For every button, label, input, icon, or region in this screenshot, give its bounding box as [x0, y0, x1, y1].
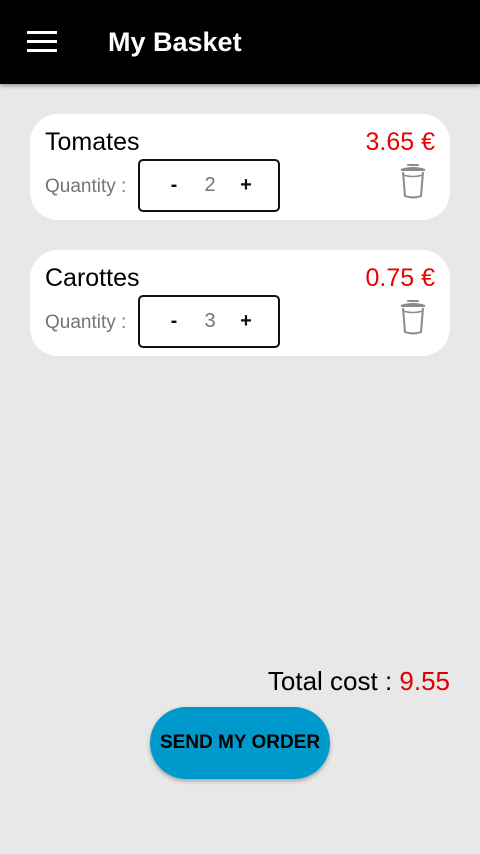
decrease-quantity-button[interactable]: -: [156, 161, 192, 210]
page-title: My Basket: [108, 27, 242, 57]
increase-quantity-button[interactable]: +: [228, 161, 264, 210]
app-toolbar: My Basket: [0, 0, 480, 84]
quantity-value: 2: [204, 174, 216, 196]
trash-icon[interactable]: [398, 298, 428, 336]
send-order-button[interactable]: SEND MY ORDER: [150, 707, 330, 779]
product-name: Tomates: [45, 128, 140, 156]
total-cost-label: Total cost :: [267, 666, 400, 696]
quantity-stepper: - 3 +: [138, 295, 280, 348]
basket-item-card: Tomates 3.65 € Quantity : - 2 +: [30, 114, 450, 220]
product-name: Carottes: [45, 264, 140, 292]
product-price: 0.75 €: [365, 264, 435, 292]
trash-icon[interactable]: [398, 162, 428, 200]
decrease-quantity-button[interactable]: -: [156, 297, 192, 346]
quantity-stepper: - 2 +: [138, 159, 280, 212]
basket-item-card: Carottes 0.75 € Quantity : - 3 +: [30, 250, 450, 356]
quantity-value: 3: [204, 310, 216, 332]
product-price: 3.65 €: [365, 128, 435, 156]
increase-quantity-button[interactable]: +: [228, 297, 264, 346]
total-cost-value: 9.55: [399, 666, 450, 696]
total-cost: Total cost : 9.55: [268, 664, 450, 698]
quantity-label: Quantity :: [45, 176, 127, 197]
quantity-label: Quantity :: [45, 312, 127, 333]
basket-screen: My Basket Tomates 3.65 € Quantity : - 2 …: [0, 0, 480, 854]
hamburger-menu-icon[interactable]: [18, 22, 66, 62]
